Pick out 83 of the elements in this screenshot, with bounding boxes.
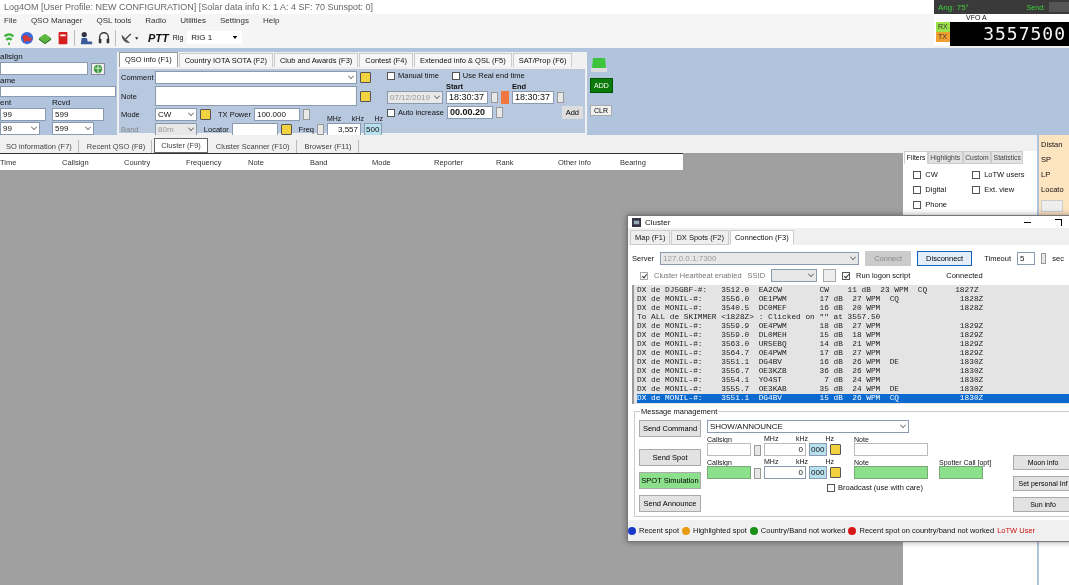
timeout-field[interactable]: 5: [1017, 252, 1035, 265]
note-field[interactable]: [854, 443, 928, 456]
card-icon[interactable]: [56, 30, 70, 45]
name-label: ame: [0, 76, 17, 85]
rcvd-label: Rcvd: [52, 98, 72, 107]
start-time-field[interactable]: 18:30:37: [446, 91, 488, 104]
menu-item[interactable]: File: [4, 16, 17, 25]
command-dropdown[interactable]: SHOW/ANNOUNCE: [707, 420, 909, 433]
lock-icon[interactable]: [280, 124, 292, 135]
menu-item[interactable]: Radio: [145, 16, 167, 25]
spinner-icon[interactable]: [317, 124, 324, 135]
satellite-dish-icon[interactable]: [120, 30, 140, 45]
note-field[interactable]: [854, 466, 928, 479]
callsign-field[interactable]: [707, 443, 751, 456]
name-field[interactable]: [0, 86, 116, 97]
checkbox[interactable]: [913, 185, 922, 194]
menu-item[interactable]: Help: [262, 16, 280, 25]
checkbox[interactable]: [640, 271, 648, 280]
save-icon[interactable]: [590, 56, 608, 74]
send-field[interactable]: [1049, 2, 1069, 12]
caret-icon: [232, 35, 239, 40]
lock-icon[interactable]: [360, 72, 371, 83]
spotter-field[interactable]: [939, 466, 983, 479]
rig-dropdown[interactable]: RIG 1: [187, 31, 243, 44]
increment-field[interactable]: 00.00.20: [446, 106, 493, 119]
spinner-icon[interactable]: [302, 109, 310, 120]
rst-sent-dropdown[interactable]: 99: [0, 122, 40, 135]
lock-icon[interactable]: [830, 444, 841, 455]
checkbox[interactable]: [387, 71, 395, 80]
maximize-icon[interactable]: [1055, 218, 1062, 226]
menu-item[interactable]: Utilities: [180, 16, 206, 25]
locator-button[interactable]: [1041, 200, 1064, 212]
note-field[interactable]: [155, 86, 357, 106]
refresh-button[interactable]: [823, 269, 837, 282]
callsign-field[interactable]: [0, 62, 88, 75]
menu-item[interactable]: QSO Manager: [30, 16, 83, 25]
spinner-icon[interactable]: [495, 107, 503, 118]
callsign-field[interactable]: [707, 466, 751, 479]
minimize-icon[interactable]: [1024, 221, 1031, 223]
spinner-icon[interactable]: [1041, 253, 1047, 264]
globe-icon: [93, 63, 103, 74]
checkbox[interactable]: [827, 483, 835, 492]
frequency-field[interactable]: 0: [764, 466, 806, 479]
spinner-icon[interactable]: [491, 92, 498, 103]
lock-icon[interactable]: [830, 467, 841, 478]
rst-rcvd-field[interactable]: 599: [52, 108, 104, 121]
spinner-icon[interactable]: [557, 92, 564, 103]
mode-dropdown[interactable]: CW: [155, 108, 197, 121]
checkbox[interactable]: [972, 185, 981, 194]
signal-icon[interactable]: [2, 30, 16, 45]
sent-label: ent: [0, 98, 13, 107]
tx-power-field[interactable]: 100.000: [253, 108, 300, 121]
callsign-label: allsign: [0, 52, 24, 61]
frequency-display: 3557500: [949, 22, 1069, 46]
spinner-icon[interactable]: [754, 445, 761, 456]
headset-icon[interactable]: [97, 30, 111, 45]
angle-reading: Ang: 75°: [938, 2, 969, 12]
menu-item[interactable]: Settings: [220, 16, 249, 25]
operator-icon[interactable]: [79, 30, 93, 45]
window-title: Log4OM [User Profile: NEW CONFIGURATION] [Solar data info K: 1 A: 4 SF: 70 Sunspot: 0]: [4, 2, 373, 12]
end-time-field[interactable]: 18:30:37: [512, 91, 554, 104]
spinner-icon[interactable]: [754, 468, 761, 479]
lookup-button[interactable]: [91, 62, 105, 75]
frequency-field[interactable]: 0: [764, 443, 806, 456]
checkbox[interactable]: [842, 271, 851, 280]
checkbox[interactable]: [972, 170, 981, 179]
checkbox[interactable]: [387, 108, 395, 117]
rst-rcvd-dropdown[interactable]: 599: [52, 122, 94, 135]
globe-icon[interactable]: [20, 30, 34, 45]
comment-dropdown[interactable]: [155, 71, 357, 84]
hz-field[interactable]: 000: [809, 466, 827, 479]
app-icon: [632, 217, 641, 227]
ssid-dropdown[interactable]: [771, 269, 818, 282]
lock-icon[interactable]: [360, 90, 371, 102]
rst-sent-field[interactable]: 99: [0, 108, 46, 121]
checkbox[interactable]: [451, 71, 460, 80]
hz-field[interactable]: 000: [809, 443, 827, 456]
checkbox[interactable]: [913, 170, 922, 179]
menu-item[interactable]: QSL tools: [96, 16, 132, 25]
window-title: Cluster: [645, 217, 671, 227]
ptt-label[interactable]: PTT: [148, 31, 169, 44]
checkbox[interactable]: [913, 200, 922, 209]
lock-icon[interactable]: [200, 109, 211, 120]
